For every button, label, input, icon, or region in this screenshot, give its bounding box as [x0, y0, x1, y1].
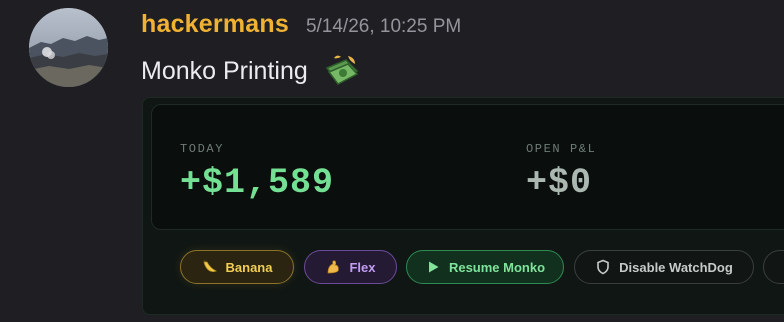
- message-timestamp: 5/14/26, 10:25 PM: [305, 16, 462, 37]
- user-avatar[interactable]: [29, 8, 108, 87]
- stats-panel: TODAY +$1,589 OPEN P&L +$0: [151, 104, 784, 230]
- banana-button[interactable]: Banana: [180, 250, 294, 284]
- resume-monko-button[interactable]: Resume Monko: [406, 250, 564, 284]
- shield-icon: [595, 259, 611, 275]
- chat-message: hackermans 5/14/26, 10:25 PM Monko Print…: [0, 0, 784, 322]
- message-header: hackermans 5/14/26, 10:25 PM: [141, 10, 461, 39]
- bot-embed: TODAY +$1,589 OPEN P&L +$0 Banana Flex R…: [142, 97, 784, 315]
- message-text: Monko Printing: [141, 56, 308, 85]
- disable-watchdog-button-label: Disable WatchDog: [619, 259, 733, 275]
- today-value: +$1,589: [180, 163, 335, 203]
- today-label: TODAY: [180, 142, 225, 156]
- resume-monko-button-label: Resume Monko: [448, 259, 546, 275]
- disable-watchdog-button[interactable]: Disable WatchDog: [574, 250, 754, 284]
- open-pnl-value: +$0: [526, 163, 593, 203]
- flex-button-label: Flex: [349, 259, 376, 275]
- username[interactable]: hackermans: [141, 10, 289, 39]
- message-content: Monko Printing: [141, 54, 360, 88]
- play-icon: [425, 259, 441, 275]
- avatar-image: [29, 8, 108, 87]
- overflow-button[interactable]: [763, 250, 784, 284]
- money-with-wings-emoji-icon: [324, 54, 360, 88]
- flexed-bicep-icon: [325, 259, 341, 275]
- flex-button[interactable]: Flex: [304, 250, 397, 284]
- banana-icon: [202, 259, 218, 275]
- banana-button-label: Banana: [225, 259, 273, 275]
- open-pnl-label: OPEN P&L: [526, 142, 597, 156]
